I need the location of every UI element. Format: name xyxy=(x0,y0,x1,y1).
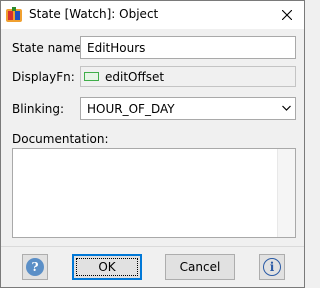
display-fn-label: DisplayFn: xyxy=(12,70,75,84)
display-fn-value: editOffset xyxy=(105,69,165,84)
cancel-button[interactable]: Cancel xyxy=(165,254,235,280)
display-fn-field[interactable]: editOffset xyxy=(80,66,296,87)
button-divider xyxy=(1,246,304,247)
close-button[interactable] xyxy=(270,1,304,29)
chevron-down-icon xyxy=(282,105,291,111)
documentation-scrollbar[interactable] xyxy=(277,149,295,237)
blinking-select[interactable]: HOUR_OF_DAY xyxy=(80,97,296,120)
info-icon: i xyxy=(263,258,281,276)
blinking-label: Blinking: xyxy=(12,102,65,116)
info-button[interactable]: i xyxy=(259,254,285,280)
state-name-label: State name: xyxy=(12,41,86,55)
focus-ring xyxy=(76,258,138,276)
title-bar: State [Watch]: Object xyxy=(1,1,304,29)
blinking-value: HOUR_OF_DAY xyxy=(87,101,175,116)
state-dialog: State [Watch]: Object State name: EditHo… xyxy=(0,0,305,288)
close-icon xyxy=(282,10,292,20)
help-button[interactable]: ? xyxy=(22,254,48,280)
documentation-textarea[interactable] xyxy=(12,148,296,238)
state-name-input[interactable]: EditHours xyxy=(80,36,296,59)
app-icon xyxy=(5,6,23,24)
function-swatch xyxy=(84,72,99,81)
question-mark-icon: ? xyxy=(26,258,44,276)
state-name-value: EditHours xyxy=(87,40,146,55)
cancel-label: Cancel xyxy=(179,260,221,274)
window-title: State [Watch]: Object xyxy=(29,7,159,21)
documentation-label: Documentation: xyxy=(12,132,109,146)
ok-button[interactable]: OK xyxy=(72,254,142,280)
